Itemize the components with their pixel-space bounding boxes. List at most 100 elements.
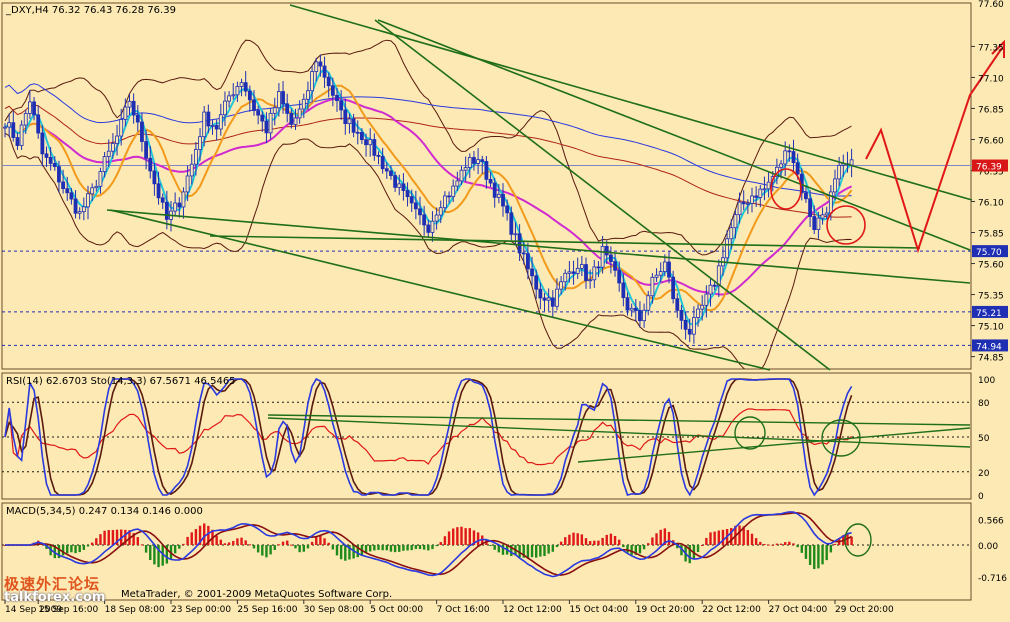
osma-bar xyxy=(817,545,820,569)
candle-body xyxy=(285,103,290,114)
osma-bar xyxy=(435,545,438,547)
candle-body xyxy=(804,192,808,200)
candle-body xyxy=(600,245,605,268)
osma-bar xyxy=(659,529,662,545)
osma-bar xyxy=(178,545,181,549)
bollinger-lower xyxy=(4,132,852,369)
candle-body xyxy=(575,267,580,274)
price-tick-label: 76.10 xyxy=(978,199,1004,209)
osma-bar xyxy=(576,533,579,545)
candle-body xyxy=(704,293,709,306)
candle-body xyxy=(272,107,277,114)
candle-body xyxy=(106,150,111,157)
macd-panel xyxy=(2,511,971,578)
osma-bar xyxy=(709,532,712,545)
candle-body xyxy=(243,82,248,92)
osma-bar xyxy=(775,543,779,545)
price-tick-label: 75.35 xyxy=(978,292,1004,302)
candle-body xyxy=(376,154,381,157)
candle-body xyxy=(696,308,700,318)
candle-body xyxy=(812,216,817,231)
osma-bar xyxy=(588,541,592,545)
osma-bar xyxy=(331,545,335,550)
price-label-text-2: 75.21 xyxy=(976,309,1002,319)
macd-tick-label: -0.716 xyxy=(978,574,1007,584)
candle-body xyxy=(27,101,32,114)
candle-body xyxy=(268,112,273,134)
candle-body xyxy=(492,182,497,198)
osma-bar xyxy=(418,545,422,550)
osma-bar xyxy=(149,545,152,561)
osma-bar xyxy=(452,528,455,545)
candle-body xyxy=(708,284,713,295)
candle-body xyxy=(119,119,124,137)
symbol-header: _DXY,H4 76.32 76.43 76.28 76.39 xyxy=(5,5,176,16)
candle-body xyxy=(40,132,45,155)
osma-bar xyxy=(808,545,812,566)
time-tick-label: 19 Oct 20:00 xyxy=(636,605,695,615)
candle-body xyxy=(135,114,140,123)
osma-bar xyxy=(771,544,774,546)
candle-body xyxy=(335,94,339,102)
osma-bar xyxy=(323,538,326,545)
price-tick-label: 75.85 xyxy=(978,230,1004,240)
osma-bar xyxy=(813,545,816,570)
candle-body xyxy=(202,111,207,138)
candle-body xyxy=(239,82,244,87)
candle-body xyxy=(472,157,476,164)
osma-bar xyxy=(701,544,704,546)
chart-canvas[interactable]: 74.8575.1075.3575.6075.8576.1076.3576.60… xyxy=(0,0,1010,618)
osma-bar xyxy=(261,545,264,556)
footer-credit: MetaTrader, © 2001-2009 MetaQuotes Softw… xyxy=(121,589,392,600)
candle-body xyxy=(700,304,705,310)
macd-signal-line xyxy=(5,512,852,576)
candle-body xyxy=(526,253,530,270)
candle-body xyxy=(555,288,559,307)
candle-body xyxy=(592,266,597,281)
candle-body xyxy=(737,201,742,216)
osma-bar xyxy=(95,538,98,545)
candle-body xyxy=(779,163,783,168)
candle-body xyxy=(787,150,792,153)
osma-bar xyxy=(223,543,227,545)
candle-body xyxy=(837,164,842,180)
osma-bar xyxy=(406,545,409,551)
candle-body xyxy=(81,206,86,213)
osma-bar xyxy=(642,545,646,550)
candle-body xyxy=(467,157,472,168)
candle-body xyxy=(15,137,20,146)
osma-bar xyxy=(721,529,725,545)
candle-body xyxy=(326,76,331,87)
candle-body xyxy=(534,275,539,290)
candle-body xyxy=(509,212,514,235)
osma-bar xyxy=(385,545,388,551)
osma-bar xyxy=(306,545,310,549)
candle-body xyxy=(152,170,157,185)
candle-body xyxy=(542,297,547,301)
candle-body xyxy=(218,114,223,130)
osma-bar xyxy=(559,541,563,545)
candle-body xyxy=(451,185,456,197)
osma-bar xyxy=(788,541,791,545)
candle-body xyxy=(521,252,526,255)
candle-body xyxy=(94,185,99,189)
candle-body xyxy=(77,211,82,214)
osma-bar xyxy=(327,542,330,545)
candle-body xyxy=(559,281,563,290)
time-tick-label: 27 Oct 04:00 xyxy=(769,605,828,615)
candle-body xyxy=(538,288,543,299)
candle-body xyxy=(687,328,692,335)
candle-body xyxy=(318,61,323,67)
osma-bar xyxy=(568,534,571,545)
osma-bar xyxy=(310,541,314,545)
candle-body xyxy=(206,111,211,127)
osma-bar xyxy=(750,533,754,545)
osma-bar xyxy=(613,536,617,545)
candle-body xyxy=(393,175,398,188)
price-label-text-3: 74.94 xyxy=(976,342,1002,352)
candle-body xyxy=(52,163,57,167)
candle-body xyxy=(783,150,788,165)
osma-bar xyxy=(286,540,289,545)
osma-bar xyxy=(186,536,189,545)
time-tick-label: 29 Oct 20:00 xyxy=(835,605,894,615)
